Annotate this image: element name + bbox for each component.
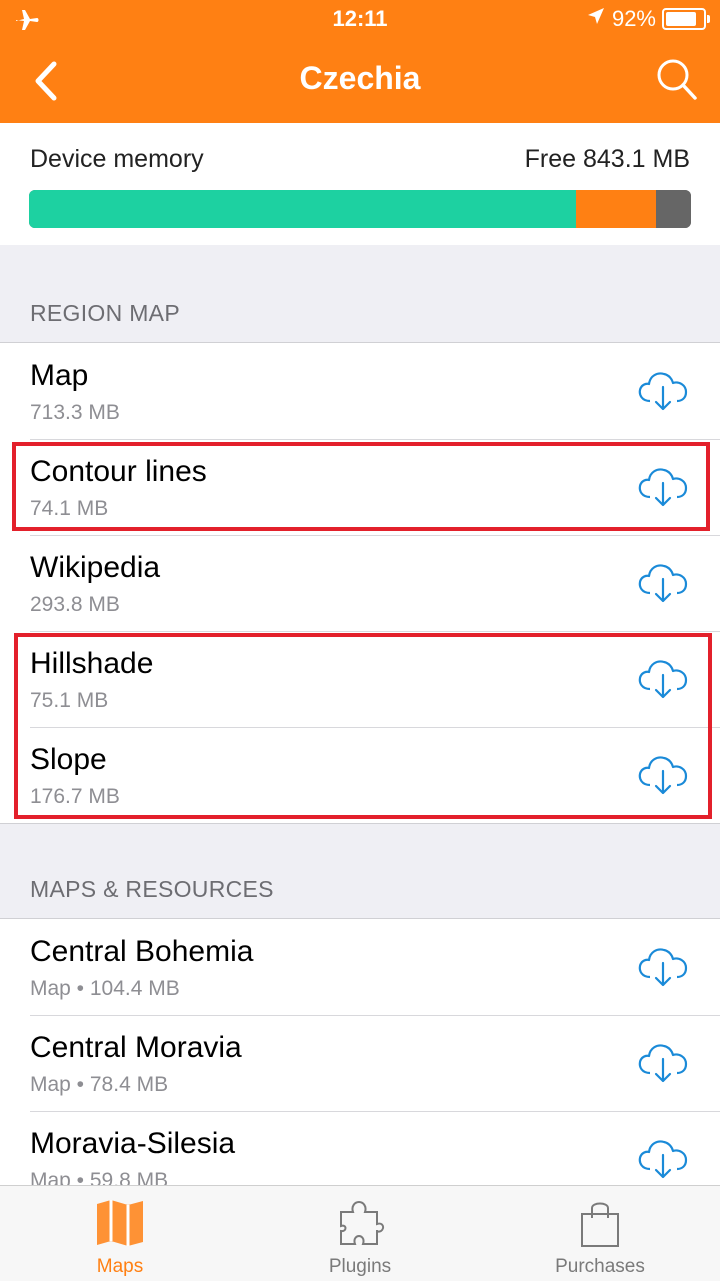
region-map-list: Map 713.3 MB Contour lines 74.1 MB Wikipedia… <box>0 342 720 824</box>
battery-icon <box>662 8 710 30</box>
puzzle-icon <box>335 1198 385 1253</box>
status-bar: 12:11 92% <box>0 0 720 40</box>
tab-purchases[interactable]: Purchases <box>480 1186 720 1281</box>
free-memory-value: Free 843.1 MB <box>524 145 690 173</box>
tab-maps[interactable]: Maps <box>0 1186 240 1281</box>
list-item[interactable]: Contour lines 74.1 MB <box>0 439 720 535</box>
list-item-title: Map <box>30 359 89 392</box>
list-item-size: Map • 104.4 MB <box>30 977 180 1000</box>
search-button[interactable] <box>654 54 700 104</box>
list-item-title: Central Bohemia <box>30 935 254 968</box>
list-item[interactable]: Central Moravia Map • 78.4 MB <box>0 1015 720 1111</box>
list-item-title: Slope <box>30 743 107 776</box>
page-title: Czechia <box>299 60 421 96</box>
tab-label-plugins: Plugins <box>328 1256 392 1277</box>
list-item-title: Hillshade <box>30 647 154 680</box>
memory-usage-bar <box>29 190 691 228</box>
cloud-download-icon <box>638 756 688 795</box>
tab-label-purchases: Purchases <box>555 1256 645 1277</box>
cloud-download-icon <box>638 564 688 603</box>
battery-percent: 92% <box>611 6 656 31</box>
device-memory-panel: Device memory Free 843.1 MB <box>0 123 720 245</box>
list-item[interactable]: Slope 176.7 MB <box>0 727 720 823</box>
cloud-download-icon <box>638 372 688 411</box>
cloud-download-icon <box>638 1140 688 1179</box>
list-item-size: Map • 78.4 MB <box>30 1073 169 1096</box>
list-item[interactable]: Map 713.3 MB <box>0 343 720 439</box>
tab-label-maps: Maps <box>96 1256 144 1277</box>
list-item[interactable]: Moravia-Silesia Map • 59.8 MB <box>0 1111 720 1189</box>
list-item-title: Wikipedia <box>30 551 161 584</box>
cloud-download-icon <box>638 660 688 699</box>
download-button[interactable] <box>636 463 690 511</box>
list-item[interactable]: Hillshade 75.1 MB <box>0 631 720 727</box>
navigation-bar: 12:11 92% Czechia <box>0 0 720 123</box>
download-button[interactable] <box>636 655 690 703</box>
shopping-bag-icon <box>578 1198 622 1255</box>
list-item[interactable]: Wikipedia 293.8 MB <box>0 535 720 631</box>
list-item-size: 74.1 MB <box>30 497 109 520</box>
list-item-size: 176.7 MB <box>30 785 120 808</box>
device-memory-label: Device memory <box>30 145 204 173</box>
map-icon <box>94 1198 146 1253</box>
cloud-download-icon <box>638 948 688 987</box>
section-header-maps-resources: MAPS & RESOURCES <box>30 876 274 902</box>
list-item-title: Central Moravia <box>30 1031 242 1064</box>
download-button[interactable] <box>636 751 690 799</box>
list-item-size: 713.3 MB <box>30 401 120 424</box>
list-item-title: Contour lines <box>30 455 207 488</box>
download-button[interactable] <box>636 943 690 991</box>
list-item[interactable]: Central Bohemia Map • 104.4 MB <box>0 919 720 1015</box>
download-button[interactable] <box>636 1039 690 1087</box>
list-item-size: 293.8 MB <box>30 593 120 616</box>
download-button[interactable] <box>636 1135 690 1183</box>
download-button[interactable] <box>636 367 690 415</box>
tab-bar: Maps Plugins Purchases <box>0 1185 720 1281</box>
cloud-download-icon <box>638 468 688 507</box>
list-item-title: Moravia-Silesia <box>30 1127 236 1160</box>
maps-resources-list: Central Bohemia Map • 104.4 MB Central Mor… <box>0 918 720 1189</box>
memory-bar-other-segment <box>575 190 656 228</box>
memory-bar-free-segment <box>655 190 691 228</box>
list-item-size: 75.1 MB <box>30 689 109 712</box>
memory-bar-used-segment <box>29 190 576 228</box>
download-button[interactable] <box>636 559 690 607</box>
cloud-download-icon <box>638 1044 688 1083</box>
search-icon <box>657 59 697 100</box>
section-header-region-map: REGION MAP <box>30 300 180 326</box>
location-arrow-icon <box>586 6 606 32</box>
tab-plugins[interactable]: Plugins <box>240 1186 480 1281</box>
